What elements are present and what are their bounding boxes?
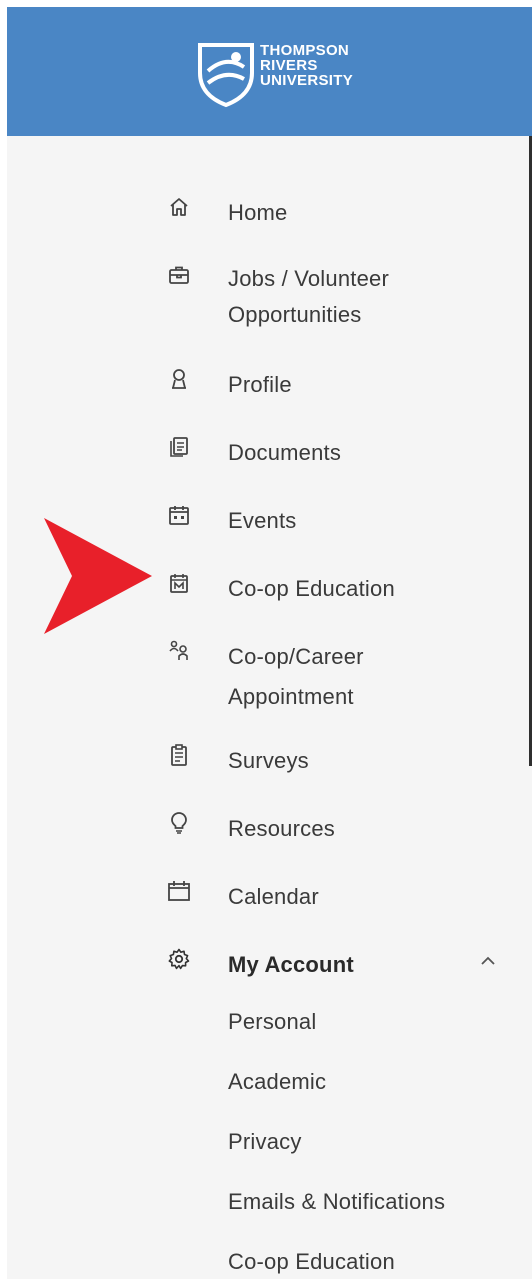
coop-calendar-icon: [167, 571, 191, 595]
user-icon: [167, 367, 191, 391]
sidebar-item-label: Documents: [228, 440, 342, 465]
brand-line-2: RIVERS: [260, 57, 318, 74]
sidebar-item-label: Profile: [228, 372, 292, 397]
brand-line-3: UNIVERSITY: [260, 72, 354, 89]
briefcase-icon: [167, 263, 191, 287]
annotation-arrow-icon: [44, 518, 152, 634]
sidebar-item-label: Co-op/Career Appointment: [228, 637, 508, 717]
sidebar-item-label: Events: [228, 508, 297, 533]
calendar-icon: [167, 879, 191, 903]
sidebar-item-label: Surveys: [228, 748, 309, 773]
page-background: THOMPSON RIVERS UNIVERSITY Home Jobs / V…: [7, 7, 532, 1279]
chevron-up-icon[interactable]: [479, 952, 499, 972]
sidebar-item-label: Calendar: [228, 884, 319, 909]
brand-line-1: THOMPSON: [260, 42, 350, 59]
calendar-event-icon: [167, 503, 191, 527]
home-icon: [167, 195, 191, 219]
document-icon: [167, 435, 191, 459]
tru-logo[interactable]: THOMPSON RIVERS UNIVERSITY: [196, 39, 396, 109]
sidebar-item-label: Home: [228, 200, 288, 225]
appointment-label-line-2: Appointment: [228, 684, 354, 709]
submenu-item-personal[interactable]: Personal: [228, 1007, 316, 1037]
sidebar-item-label: Resources: [228, 816, 335, 841]
submenu-item-emails-notifications[interactable]: Emails & Notifications: [228, 1187, 445, 1217]
gear-icon: [167, 947, 191, 971]
people-icon: [167, 639, 191, 663]
sidebar-item-label: My Account: [228, 952, 354, 977]
clipboard-icon: [167, 743, 191, 767]
tru-shield-icon: [198, 43, 254, 108]
submenu-item-privacy[interactable]: Privacy: [228, 1127, 302, 1157]
submenu-item-coop-education[interactable]: Co-op Education: [228, 1247, 395, 1277]
sidebar-item-label: Jobs / Volunteer Opportunities: [228, 261, 508, 333]
jobs-label-line-1: Jobs / Volunteer: [228, 266, 389, 291]
sidebar-item-label: Co-op Education: [228, 576, 395, 601]
appointment-label-line-1: Co-op/Career: [228, 644, 364, 669]
submenu-item-academic[interactable]: Academic: [228, 1067, 326, 1097]
tru-wordmark: THOMPSON RIVERS UNIVERSITY: [260, 43, 353, 88]
header-banner: THOMPSON RIVERS UNIVERSITY: [7, 7, 532, 136]
lightbulb-icon: [167, 811, 191, 835]
jobs-label-line-2: Opportunities: [228, 302, 362, 327]
